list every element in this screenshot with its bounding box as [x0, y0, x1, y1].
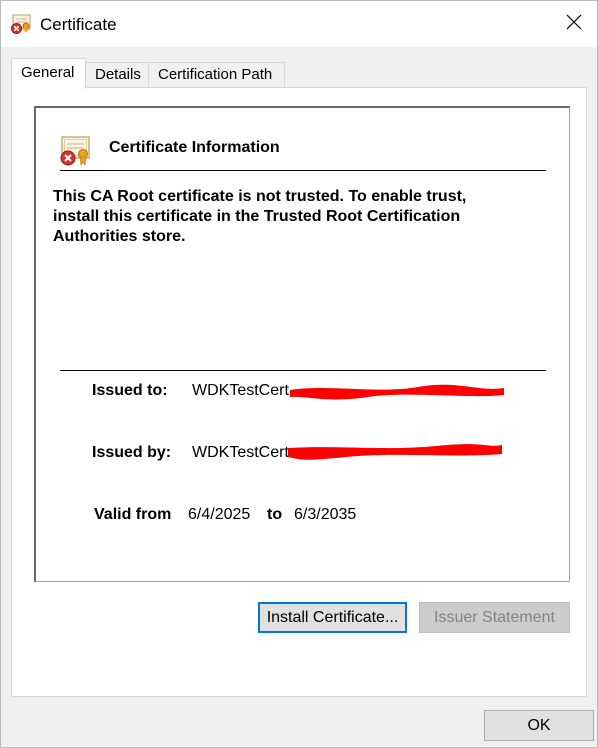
info-heading: Certificate Information: [109, 139, 280, 156]
certificate-information-box: Certificate Information This CA Root cer…: [34, 106, 570, 582]
tab-general[interactable]: General: [11, 58, 86, 89]
divider: [60, 170, 546, 171]
redaction-mark: [288, 378, 506, 406]
certificate-untrusted-icon: [58, 134, 92, 168]
install-certificate-button[interactable]: Install Certificate...: [258, 602, 407, 633]
warning-line: install this certificate in the Trusted …: [53, 208, 461, 225]
ok-button[interactable]: OK: [484, 710, 594, 741]
issuer-statement-button[interactable]: Issuer Statement: [419, 602, 570, 633]
warning-line: Authorities store.: [53, 228, 186, 245]
certificate-dialog: Certificate General Details Certificatio…: [0, 0, 598, 748]
valid-to-label: to: [267, 506, 283, 523]
window-title: Certificate: [40, 15, 117, 34]
tab-details[interactable]: Details: [85, 62, 149, 88]
warning-line: This CA Root certificate is not trusted.…: [53, 188, 467, 205]
issued-to-label: Issued to:: [92, 382, 168, 399]
valid-from-label: Valid from: [94, 506, 172, 523]
tab-certification-path[interactable]: Certification Path: [148, 62, 285, 88]
issued-to-value: WDKTestCert: [192, 382, 289, 399]
certificate-untrusted-icon: [10, 13, 32, 35]
issued-by-value: WDKTestCert: [192, 444, 289, 461]
title-bar: Certificate: [1, 1, 597, 47]
close-icon: [566, 14, 582, 34]
redaction-mark: [286, 440, 504, 468]
divider: [60, 370, 546, 371]
issued-by-label: Issued by:: [92, 444, 172, 461]
general-tab-panel: Certificate Information This CA Root cer…: [11, 87, 587, 697]
trust-warning: This CA Root certificate is not trusted.…: [53, 187, 533, 247]
valid-to-value: 6/3/2035: [294, 506, 357, 523]
close-button[interactable]: [551, 1, 597, 47]
valid-from-value: 6/4/2025: [188, 506, 251, 523]
